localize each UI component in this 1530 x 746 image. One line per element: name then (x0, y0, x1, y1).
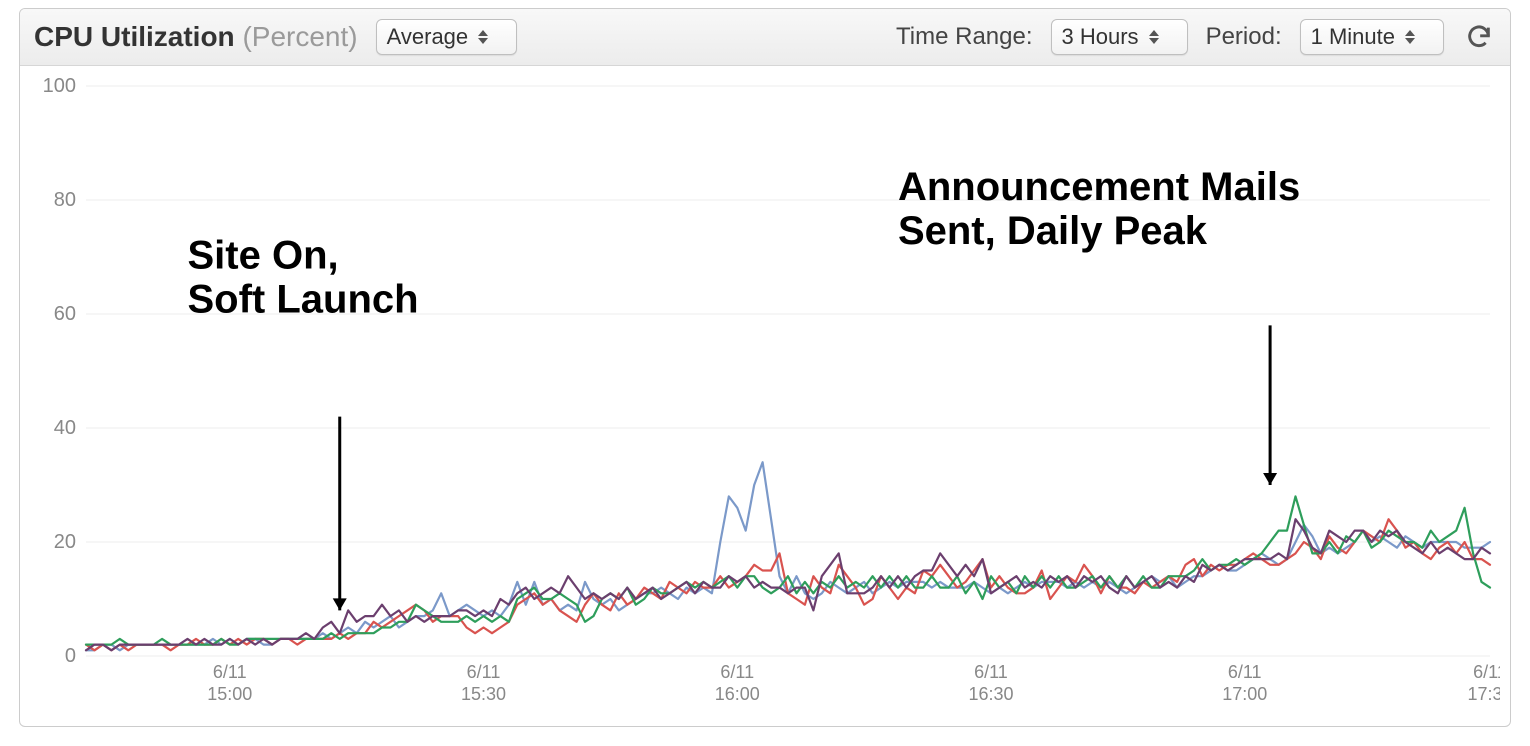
annotation-soft-launch: Site On,Soft Launch (187, 233, 418, 321)
svg-text:6/1115:30: 6/1115:30 (461, 662, 506, 704)
metric-unit: (Percent) (242, 21, 357, 52)
time-range-label: Time Range: (896, 23, 1033, 51)
svg-text:80: 80 (54, 189, 76, 211)
metrics-panel: CPU Utilization (Percent) Average Time R… (19, 8, 1511, 727)
chart-annotations: Site On,Soft Launch Announcement MailsSen… (187, 165, 1300, 610)
series-instance-blue (86, 462, 1490, 650)
metric-name: CPU Utilization (34, 21, 235, 52)
period-value: 1 Minute (1311, 24, 1395, 50)
svg-text:6/1116:00: 6/1116:00 (715, 662, 760, 704)
series-instance-purple (86, 519, 1490, 650)
time-range-value: 3 Hours (1062, 24, 1139, 50)
refresh-button[interactable] (1462, 20, 1496, 54)
svg-text:6/1117:30: 6/1117:30 (1467, 662, 1500, 704)
chart-area: 0 20 40 60 80 100 6/1115:00 6/1115:30 6/1116:00… (20, 66, 1510, 726)
series-instance-green (86, 496, 1490, 644)
svg-text:6/1116:30: 6/1116:30 (968, 662, 1013, 704)
metric-title: CPU Utilization (Percent) (34, 21, 358, 53)
time-range-select[interactable]: 3 Hours (1051, 19, 1188, 55)
chevron-updown-icon (478, 30, 488, 44)
svg-text:6/1115:00: 6/1115:00 (207, 662, 252, 704)
series-instance-red (86, 519, 1490, 650)
aggregation-value: Average (387, 24, 469, 50)
annotation-announcement: Announcement MailsSent, Daily Peak (898, 165, 1300, 253)
svg-text:40: 40 (54, 417, 76, 439)
refresh-icon (1465, 23, 1493, 51)
y-axis: 0 20 40 60 80 100 (43, 76, 76, 667)
period-label: Period: (1206, 23, 1282, 51)
svg-text:100: 100 (43, 76, 76, 97)
x-axis: 6/1115:00 6/1115:30 6/1116:00 6/1116:30 6/11… (207, 662, 1500, 704)
chart-series-group (86, 462, 1490, 650)
chevron-updown-icon (1149, 30, 1159, 44)
svg-text:60: 60 (54, 303, 76, 325)
cpu-utilization-chart: 0 20 40 60 80 100 6/1115:00 6/1115:30 6/1116:00… (26, 76, 1500, 716)
aggregation-select[interactable]: Average (376, 19, 518, 55)
panel-header: CPU Utilization (Percent) Average Time R… (20, 9, 1510, 66)
svg-text:6/1117:00: 6/1117:00 (1222, 662, 1267, 704)
chevron-updown-icon (1405, 30, 1415, 44)
svg-text:20: 20 (54, 531, 76, 553)
period-select[interactable]: 1 Minute (1300, 19, 1444, 55)
svg-text:0: 0 (65, 645, 76, 667)
